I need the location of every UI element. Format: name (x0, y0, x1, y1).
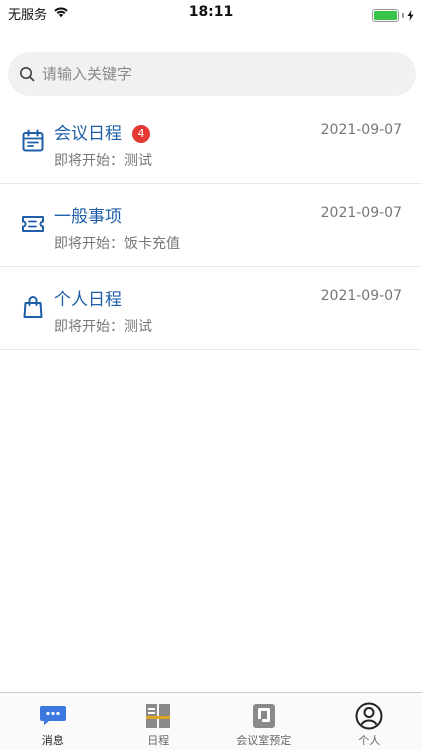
message-item-personal-schedule[interactable]: 个人日程 即将开始：测试 2021-09-07 (0, 267, 422, 350)
tab-label: 会议室预定 (236, 734, 292, 747)
message-date: 2021-09-07 (320, 288, 402, 304)
charging-bolt-icon (407, 6, 414, 25)
status-time: 18:11 (188, 4, 234, 20)
tab-label: 日程 (147, 734, 170, 747)
tab-room-booking[interactable]: 会议室预定 (211, 693, 317, 750)
status-bar: 无服务 18:11 (0, 0, 422, 24)
battery-icon (372, 9, 399, 22)
message-title-text: 会议日程 (54, 124, 122, 144)
message-item-general-matters[interactable]: 一般事项 即将开始：饭卡充值 2021-09-07 (0, 184, 422, 267)
search-input[interactable] (42, 65, 402, 83)
search-bar[interactable] (8, 52, 416, 96)
tab-schedule[interactable]: 日程 (106, 693, 212, 750)
message-list: 会议日程 4 即将开始：测试 2021-09-07 一般事项 即将开始：饭卡充值 … (0, 101, 422, 350)
battery-indicator (372, 6, 414, 25)
tab-label: 个人 (358, 734, 381, 747)
chat-bubble-icon (39, 702, 67, 730)
message-title: 个人日程 (54, 285, 122, 310)
tab-label: 消息 (41, 734, 64, 747)
message-date: 2021-09-07 (320, 205, 402, 221)
bag-icon (21, 295, 45, 319)
message-title: 一般事项 (54, 202, 122, 227)
message-title: 会议日程 4 (54, 119, 150, 144)
unread-badge: 4 (132, 125, 150, 143)
message-title-text: 个人日程 (54, 290, 122, 310)
calendar-icon (21, 129, 45, 153)
message-subtitle: 即将开始：饭卡充值 (54, 236, 180, 252)
message-item-meeting-schedule[interactable]: 会议日程 4 即将开始：测试 2021-09-07 (0, 101, 422, 184)
message-subtitle: 即将开始：测试 (54, 153, 152, 169)
tab-messages[interactable]: 消息 (0, 693, 106, 750)
message-subtitle: 即将开始：测试 (54, 319, 152, 335)
message-title-text: 一般事项 (54, 207, 122, 227)
room-booking-icon (250, 702, 278, 730)
search-icon (18, 65, 36, 83)
person-icon (355, 702, 383, 730)
message-date: 2021-09-07 (320, 122, 402, 138)
tab-personal[interactable]: 个人 (317, 693, 422, 750)
bottom-tab-bar: 消息 日程 会议室预定 个人 (0, 692, 422, 750)
schedule-icon (144, 702, 172, 730)
ticket-icon (21, 212, 45, 236)
